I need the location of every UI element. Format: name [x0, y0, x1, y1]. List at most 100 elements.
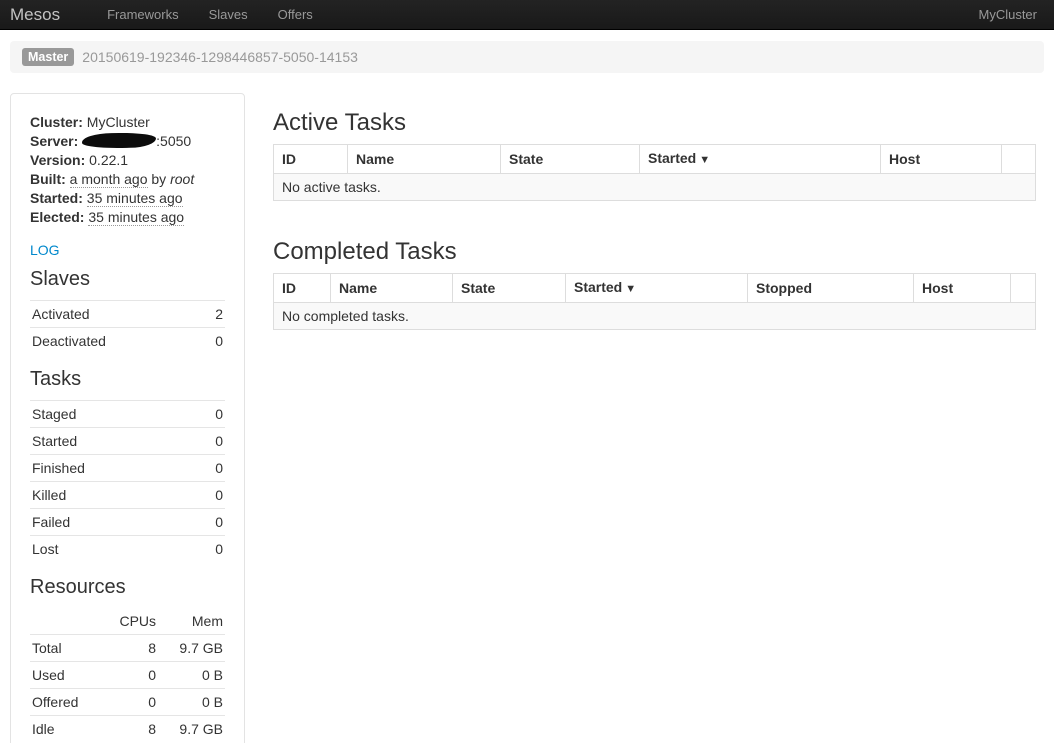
resources-table: CPUs Mem Total 8 9.7 GB Used 0 0 B Offer…	[30, 608, 225, 742]
resources-offered-cpus: 0	[101, 689, 158, 716]
completed-tasks-header-row: ID Name State Started▼ Stopped Host	[274, 274, 1036, 303]
slaves-table: Activated 2 Deactivated 0	[30, 300, 225, 354]
resources-total-label: Total	[30, 635, 101, 662]
started-time: 35 minutes ago	[87, 190, 183, 207]
log-link[interactable]: LOG	[30, 241, 60, 260]
tasks-staged-label: Staged	[30, 401, 192, 428]
resources-header-row: CPUs Mem	[30, 608, 225, 635]
nav-item-slaves[interactable]: Slaves	[194, 0, 263, 29]
resources-used-cpus: 0	[101, 662, 158, 689]
resources-row-total: Total 8 9.7 GB	[30, 635, 225, 662]
resources-offered-mem: 0 B	[158, 689, 225, 716]
active-col-actions	[1002, 145, 1036, 174]
resources-header-cpus: CPUs	[101, 608, 158, 635]
server-info-line: Server: :5050	[30, 132, 225, 151]
completed-col-actions	[1011, 274, 1036, 303]
master-badge: Master	[22, 48, 74, 66]
tasks-staged-value: 0	[192, 401, 225, 428]
resources-offered-label: Offered	[30, 689, 101, 716]
completed-col-started[interactable]: Started▼	[566, 274, 748, 303]
completed-tasks-empty-row: No completed tasks.	[274, 303, 1036, 330]
resources-idle-mem: 9.7 GB	[158, 716, 225, 743]
tasks-row-lost: Lost 0	[30, 536, 225, 563]
resources-total-cpus: 8	[101, 635, 158, 662]
built-info-line: Built: a month ago by root	[30, 170, 225, 189]
tasks-lost-label: Lost	[30, 536, 192, 563]
tasks-row-killed: Killed 0	[30, 482, 225, 509]
slaves-activated-label: Activated	[30, 301, 199, 328]
resources-idle-label: Idle	[30, 716, 101, 743]
navbar-links: Frameworks Slaves Offers	[92, 0, 328, 29]
built-connector: by	[151, 171, 166, 187]
tasks-row-started: Started 0	[30, 428, 225, 455]
sort-desc-icon: ▼	[699, 154, 710, 166]
server-label: Server:	[30, 133, 78, 149]
slaves-section-title: Slaves	[30, 266, 225, 293]
resources-idle-cpus: 8	[101, 716, 158, 743]
sort-desc-icon: ▼	[625, 283, 636, 295]
tasks-section-title: Tasks	[30, 366, 225, 393]
cluster-info-line: Cluster: MyCluster	[30, 113, 225, 132]
resources-row-idle: Idle 8 9.7 GB	[30, 716, 225, 743]
slaves-row-deactivated: Deactivated 0	[30, 328, 225, 355]
started-info-line: Started: 35 minutes ago	[30, 189, 225, 208]
active-tasks-empty-message: No active tasks.	[274, 174, 1036, 201]
brand-mesos[interactable]: Mesos	[0, 5, 70, 25]
active-col-host[interactable]: Host	[881, 145, 1002, 174]
built-user: root	[170, 171, 194, 187]
tasks-killed-value: 0	[192, 482, 225, 509]
redacted-server-address	[82, 133, 156, 149]
tasks-row-finished: Finished 0	[30, 455, 225, 482]
resources-header-empty	[30, 608, 101, 635]
active-col-name[interactable]: Name	[348, 145, 501, 174]
completed-col-state[interactable]: State	[453, 274, 566, 303]
nav-item-offers[interactable]: Offers	[263, 0, 328, 29]
completed-col-name[interactable]: Name	[331, 274, 453, 303]
tasks-started-value: 0	[192, 428, 225, 455]
version-value: 0.22.1	[89, 152, 128, 168]
active-tasks-header-row: ID Name State Started▼ Host	[274, 145, 1036, 174]
elected-label: Elected:	[30, 209, 84, 225]
resources-header-mem: Mem	[158, 608, 225, 635]
cluster-label: Cluster:	[30, 114, 83, 130]
tasks-row-failed: Failed 0	[30, 509, 225, 536]
completed-tasks-title: Completed Tasks	[273, 238, 1035, 265]
resources-row-used: Used 0 0 B	[30, 662, 225, 689]
navbar-cluster-name: MyCluster	[978, 7, 1054, 22]
master-id: 20150619-192346-1298446857-5050-14153	[82, 49, 358, 65]
version-label: Version:	[30, 152, 85, 168]
resources-used-label: Used	[30, 662, 101, 689]
resources-row-offered: Offered 0 0 B	[30, 689, 225, 716]
completed-col-host[interactable]: Host	[914, 274, 1011, 303]
active-tasks-empty-row: No active tasks.	[274, 174, 1036, 201]
built-time: a month ago	[70, 171, 148, 188]
active-col-state[interactable]: State	[501, 145, 640, 174]
tasks-failed-value: 0	[192, 509, 225, 536]
active-tasks-title: Active Tasks	[273, 109, 1035, 136]
active-col-id[interactable]: ID	[274, 145, 348, 174]
started-label: Started:	[30, 190, 83, 206]
nav-item-frameworks[interactable]: Frameworks	[92, 0, 194, 29]
elected-time: 35 minutes ago	[88, 209, 184, 226]
completed-tasks-table: ID Name State Started▼ Stopped Host No c…	[273, 273, 1036, 330]
tasks-table: Staged 0 Started 0 Finished 0 Killed 0 F…	[30, 400, 225, 562]
tasks-failed-label: Failed	[30, 509, 192, 536]
main-content: Active Tasks ID Name State Started▼ Host…	[273, 93, 1035, 330]
sidebar-panel: Cluster: MyCluster Server: :5050 Version…	[10, 93, 245, 743]
cluster-value: MyCluster	[87, 114, 150, 130]
slaves-activated-value: 2	[199, 301, 225, 328]
slaves-deactivated-value: 0	[199, 328, 225, 355]
tasks-lost-value: 0	[192, 536, 225, 563]
server-port: :5050	[156, 133, 191, 149]
tasks-finished-label: Finished	[30, 455, 192, 482]
resources-used-mem: 0 B	[158, 662, 225, 689]
tasks-row-staged: Staged 0	[30, 401, 225, 428]
version-info-line: Version: 0.22.1	[30, 151, 225, 170]
active-col-started[interactable]: Started▼	[640, 145, 881, 174]
completed-col-stopped[interactable]: Stopped	[748, 274, 914, 303]
top-navbar: Mesos Frameworks Slaves Offers MyCluster	[0, 0, 1054, 30]
completed-col-id[interactable]: ID	[274, 274, 331, 303]
tasks-started-label: Started	[30, 428, 192, 455]
built-label: Built:	[30, 171, 66, 187]
slaves-deactivated-label: Deactivated	[30, 328, 199, 355]
